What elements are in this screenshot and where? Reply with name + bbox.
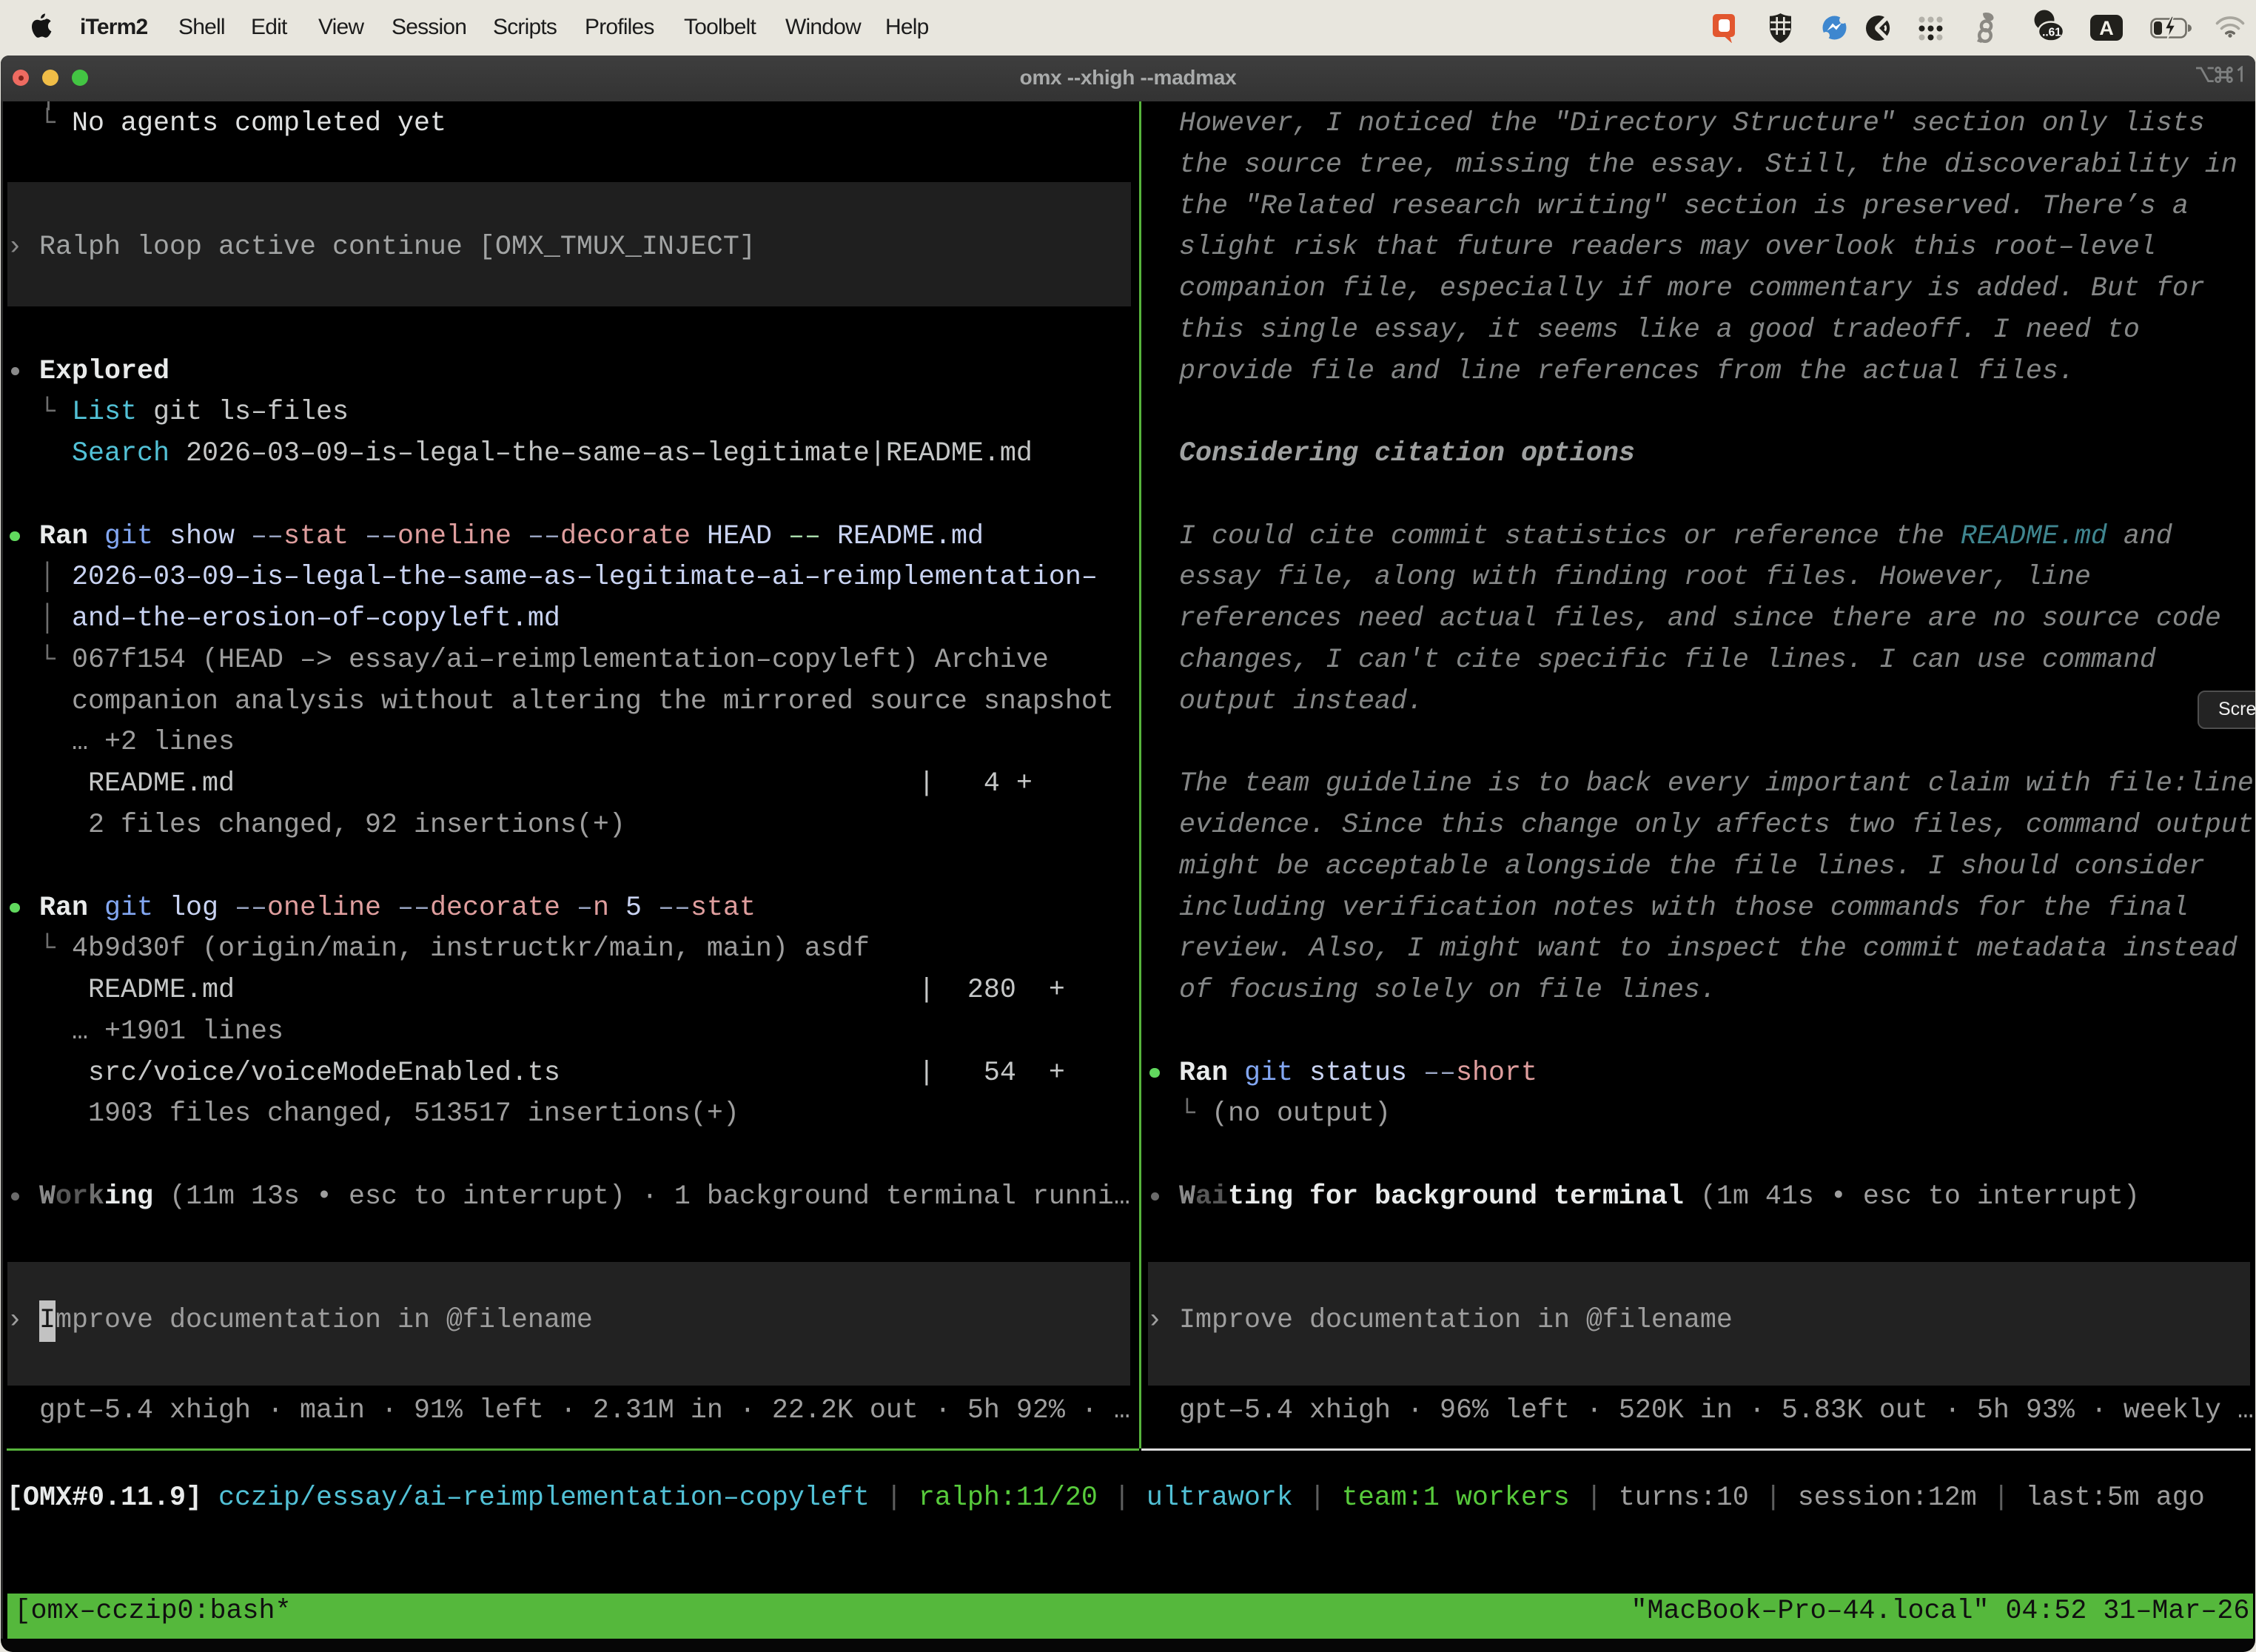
svg-text:..61: ..61: [2042, 27, 2061, 39]
